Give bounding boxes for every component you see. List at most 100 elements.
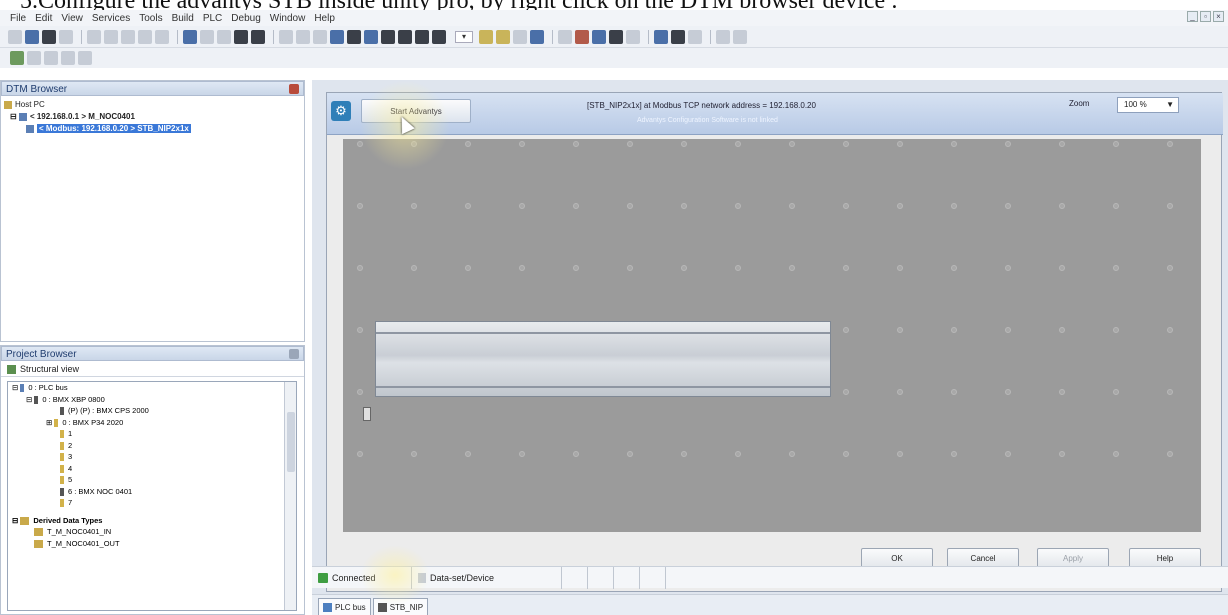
- tree-row-label: 6 : BMX NOC 0401: [68, 486, 133, 496]
- click-highlight: [360, 545, 430, 605]
- minimize-icon[interactable]: _: [1187, 11, 1198, 22]
- layout-icon[interactable]: [61, 51, 75, 65]
- menu-build[interactable]: Build: [172, 13, 194, 24]
- monitor-icon[interactable]: [688, 29, 702, 44]
- menu-plc[interactable]: PLC: [203, 13, 222, 24]
- new-icon[interactable]: [8, 29, 22, 44]
- replace-icon[interactable]: [200, 29, 214, 44]
- tree-row[interactable]: (P) (P) : BMX CPS 2000: [8, 405, 296, 417]
- menu-help[interactable]: Help: [314, 13, 335, 24]
- menu-edit[interactable]: Edit: [35, 13, 52, 24]
- browser-icon[interactable]: [10, 51, 24, 65]
- copy-icon[interactable]: [104, 29, 118, 44]
- close-icon[interactable]: ×: [1213, 11, 1224, 22]
- diag-icon[interactable]: [592, 29, 606, 44]
- menu-tools[interactable]: Tools: [139, 13, 162, 24]
- init-icon[interactable]: [381, 29, 395, 44]
- zoom-in-icon[interactable]: [27, 51, 41, 65]
- scrollbar-thumb[interactable]: [287, 412, 295, 472]
- disconnect-icon[interactable]: [313, 29, 327, 44]
- project-browser-title: Project Browser: [1, 346, 304, 361]
- menu-debug[interactable]: Debug: [231, 13, 260, 24]
- build-icon[interactable]: [234, 29, 248, 44]
- step-icon[interactable]: [415, 29, 429, 44]
- goto-icon[interactable]: [217, 29, 231, 44]
- open-icon[interactable]: [25, 29, 39, 44]
- tree-row[interactable]: 6 : BMX NOC 0401: [8, 486, 296, 498]
- print-icon[interactable]: [59, 29, 73, 44]
- toolbar-dropdown[interactable]: ▾: [455, 30, 473, 43]
- tree-row[interactable]: 5: [8, 474, 296, 486]
- menu-view[interactable]: View: [61, 13, 83, 24]
- paste-icon[interactable]: [121, 29, 135, 44]
- tree-row-derived[interactable]: ⊟ Derived Data Types: [8, 515, 296, 527]
- grid-dot: [951, 265, 957, 271]
- config-icon[interactable]: [513, 29, 527, 44]
- restore-icon[interactable]: ▫: [1200, 11, 1211, 22]
- grid-dot: [1113, 265, 1119, 271]
- tree-row[interactable]: 2: [8, 440, 296, 452]
- tree-node-stb[interactable]: < Modbus: 192.168.0.20 > STB_NIP2x1x: [4, 123, 304, 135]
- table-icon[interactable]: [609, 29, 623, 44]
- save-icon[interactable]: [42, 29, 56, 44]
- tree-scrollbar[interactable]: [284, 382, 296, 610]
- tree-row[interactable]: 4: [8, 463, 296, 475]
- tree-row[interactable]: ⊟ 0 : PLC bus: [8, 382, 296, 394]
- tab-plc-bus[interactable]: PLC bus: [318, 598, 371, 615]
- connect-icon[interactable]: [296, 29, 310, 44]
- run-icon[interactable]: [347, 29, 361, 44]
- project-browser-title-text: Project Browser: [6, 349, 77, 360]
- tree-row[interactable]: ⊞ 0 : BMX P34 2020: [8, 417, 296, 429]
- advantys-logo-icon: ⚙: [331, 101, 351, 121]
- stop-icon[interactable]: [364, 29, 378, 44]
- animation-icon[interactable]: [558, 29, 572, 44]
- binoculars-icon[interactable]: [432, 29, 446, 44]
- grid-dot: [951, 389, 957, 395]
- trend-icon[interactable]: [626, 29, 640, 44]
- tree-node-host[interactable]: Host PC: [4, 99, 304, 111]
- ddt-icon[interactable]: [496, 29, 510, 44]
- tree-row[interactable]: 3: [8, 451, 296, 463]
- rebuild-icon[interactable]: [251, 29, 265, 44]
- pin-icon[interactable]: [289, 349, 299, 359]
- find-icon[interactable]: [183, 29, 197, 44]
- expand-icon[interactable]: ⊟: [10, 112, 17, 121]
- help-icon[interactable]: [716, 29, 730, 44]
- screen-icon[interactable]: [671, 29, 685, 44]
- grid-dot: [1059, 389, 1065, 395]
- cut-icon[interactable]: [87, 29, 101, 44]
- close-icon[interactable]: [289, 84, 299, 94]
- watch-icon[interactable]: [398, 29, 412, 44]
- undo-icon[interactable]: [138, 29, 152, 44]
- rack-canvas[interactable]: [343, 139, 1201, 532]
- tree-row[interactable]: T_M_NOC0401_IN: [8, 526, 296, 538]
- tree-row[interactable]: ⊟ 0 : BMX XBP 0800: [8, 394, 296, 406]
- grid-icon[interactable]: [44, 51, 58, 65]
- tree-row[interactable]: 7: [8, 497, 296, 509]
- redo-icon[interactable]: [155, 29, 169, 44]
- tree-node-noc[interactable]: ⊟ < 192.168.0.1 > M_NOC0401: [4, 111, 304, 123]
- search-icon[interactable]: [78, 51, 92, 65]
- analyze-icon[interactable]: [279, 29, 293, 44]
- breakpoint-icon[interactable]: [575, 29, 589, 44]
- grid-dot: [1167, 265, 1173, 271]
- tree-row[interactable]: T_M_NOC0401_OUT: [8, 538, 296, 550]
- menu-window[interactable]: Window: [270, 13, 306, 24]
- transfer-icon[interactable]: [330, 29, 344, 44]
- menu-services[interactable]: Services: [92, 13, 130, 24]
- chevron-down-icon[interactable]: ▼: [1166, 98, 1174, 112]
- grid-dot: [681, 203, 687, 209]
- zoom-select[interactable]: 100 % ▼: [1117, 97, 1179, 113]
- whats-this-icon[interactable]: [733, 29, 747, 44]
- grid-dot: [1005, 389, 1011, 395]
- io-icon[interactable]: [530, 29, 544, 44]
- grid-dot: [1167, 451, 1173, 457]
- secondary-toolbar: [0, 48, 1228, 68]
- var-icon[interactable]: [479, 29, 493, 44]
- tree-row-label: 0 : BMX XBP 0800: [42, 394, 105, 404]
- network-icon[interactable]: [654, 29, 668, 44]
- din-rail[interactable]: [375, 321, 831, 397]
- structural-view[interactable]: Structural view: [1, 361, 304, 377]
- tree-row[interactable]: 1: [8, 428, 296, 440]
- menu-file[interactable]: File: [10, 13, 26, 24]
